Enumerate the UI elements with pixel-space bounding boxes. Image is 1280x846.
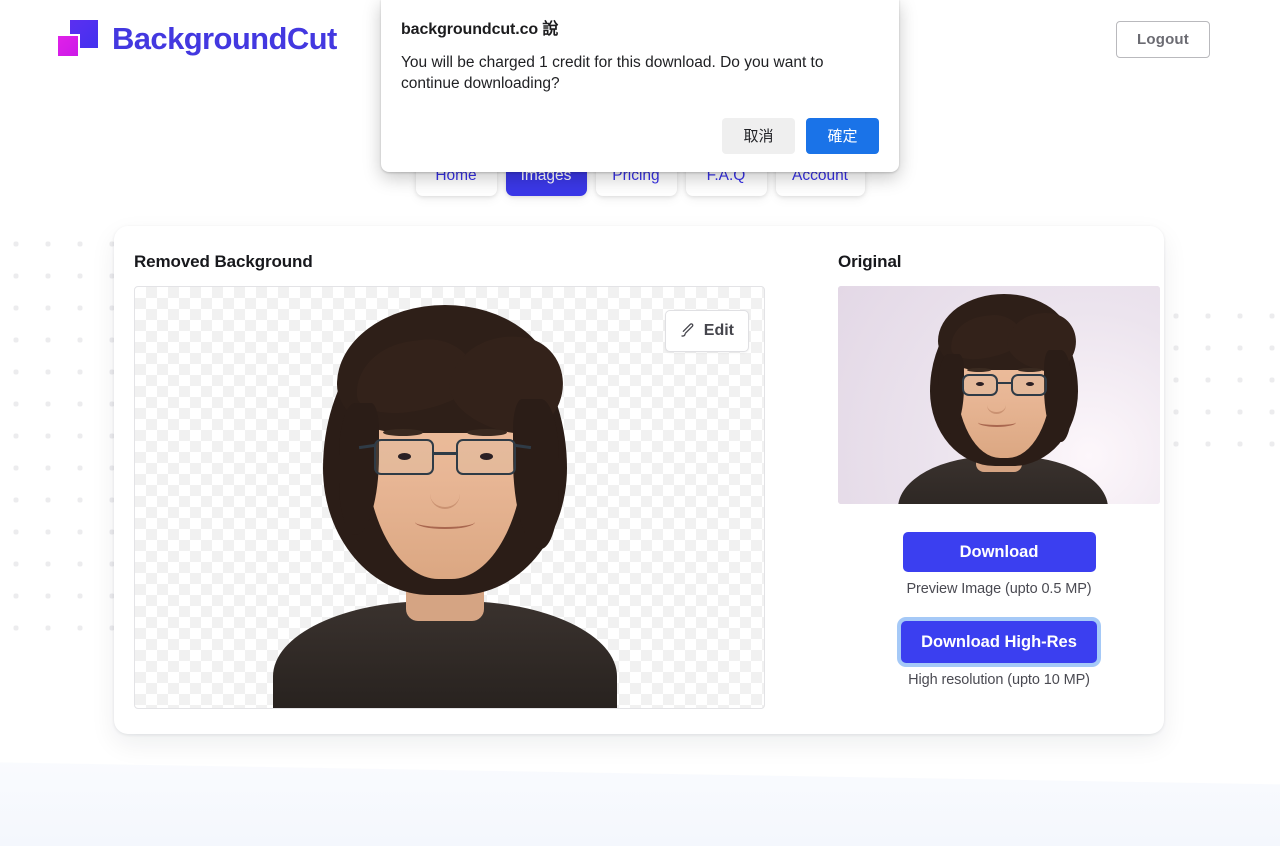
original-title: Original (838, 252, 1132, 272)
dialog-message: You will be charged 1 credit for this do… (401, 52, 851, 95)
logo-square-magenta (56, 34, 80, 58)
removed-background-panel: Removed Background (134, 252, 786, 734)
dialog-confirm-button[interactable]: 確定 (806, 118, 879, 154)
download-high-res-button[interactable]: Download High-Res (901, 621, 1097, 663)
bottom-diagonal-band (0, 736, 1280, 846)
removed-background-preview[interactable]: Edit (134, 286, 765, 709)
edit-button-label: Edit (704, 322, 734, 340)
brand-name: BackgroundCut (112, 21, 337, 57)
logo-icon (56, 18, 98, 60)
logout-button[interactable]: Logout (1116, 21, 1210, 58)
dialog-actions: 取消 確定 (401, 118, 879, 154)
original-image[interactable] (838, 286, 1160, 504)
brand-logo[interactable]: BackgroundCut (56, 18, 337, 60)
results-card: Removed Background (114, 226, 1164, 734)
dialog-title: backgroundcut.co 說 (401, 15, 879, 39)
cutout-portrait-image (255, 286, 635, 708)
download-button[interactable]: Download (903, 532, 1096, 572)
dialog-cancel-button[interactable]: 取消 (722, 118, 795, 154)
brush-icon (680, 322, 696, 341)
download-caption: Preview Image (upto 0.5 MP) (906, 581, 1091, 597)
download-actions: Download Preview Image (upto 0.5 MP) Dow… (838, 532, 1160, 688)
original-panel: Original (786, 252, 1132, 734)
edit-button[interactable]: Edit (665, 310, 749, 352)
removed-background-title: Removed Background (134, 252, 786, 272)
download-high-res-caption: High resolution (upto 10 MP) (908, 672, 1090, 688)
dot-grid-right (1160, 300, 1280, 460)
browser-confirm-dialog: backgroundcut.co 說 You will be charged 1… (381, 0, 899, 172)
